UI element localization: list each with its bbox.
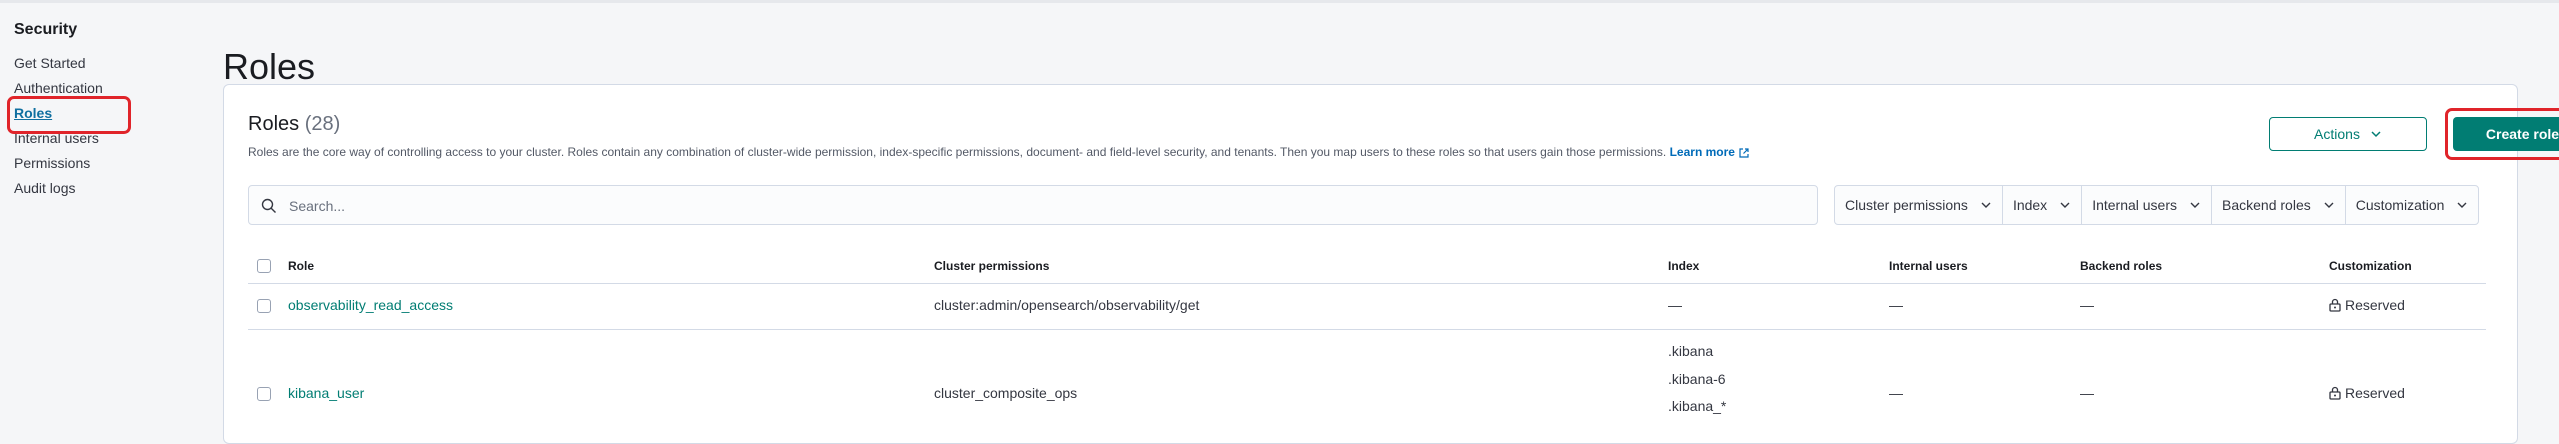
- description-text: Roles are the core way of controlling ac…: [248, 145, 1667, 159]
- filter-label: Customization: [2355, 197, 2445, 213]
- security-sidebar: Security Get Started Authentication Role…: [0, 0, 215, 430]
- cluster-permissions-cell: cluster_composite_ops: [934, 385, 1078, 401]
- actions-label: Actions: [2314, 126, 2360, 142]
- learn-more-label: Learn more: [1669, 145, 1735, 159]
- filter-label: Cluster permissions: [1845, 197, 1968, 213]
- actions-button[interactable]: Actions: [2269, 117, 2427, 151]
- filter-label: Index: [2012, 197, 2048, 213]
- sidebar-item-audit-logs[interactable]: Audit logs: [14, 180, 75, 196]
- create-role-highlight-box: [2445, 108, 2559, 160]
- select-all-checkbox[interactable]: [257, 259, 271, 273]
- index-cell: .kibana-6: [1668, 371, 1726, 387]
- search-icon: [261, 198, 276, 213]
- roles-count: (28): [304, 113, 341, 135]
- filter-label: Backend roles: [2222, 197, 2311, 213]
- lock-icon: [2329, 298, 2341, 312]
- filter-label: Internal users: [2092, 197, 2178, 213]
- customization-cell: Reserved: [2329, 297, 2405, 313]
- row-checkbox[interactable]: [257, 387, 271, 401]
- chevron-down-icon: [1981, 202, 1991, 208]
- search-input[interactable]: [287, 194, 1791, 218]
- filter-customization[interactable]: Customization: [2346, 186, 2479, 224]
- column-header-index[interactable]: Index: [1668, 259, 1699, 273]
- customization-label: Reserved: [2345, 297, 2405, 313]
- filter-backend-roles[interactable]: Backend roles: [2212, 186, 2346, 224]
- chevron-down-icon: [2190, 202, 2200, 208]
- column-header-role[interactable]: Role: [288, 259, 314, 273]
- sidebar-title: Security: [14, 21, 78, 38]
- chevron-down-icon: [2371, 131, 2381, 138]
- customization-label: Reserved: [2345, 385, 2405, 401]
- role-name-link[interactable]: kibana_user: [288, 385, 364, 401]
- index-cell: .kibana: [1668, 343, 1714, 359]
- column-header-customization[interactable]: Customization: [2329, 259, 2412, 273]
- index-cell: —: [1668, 297, 1682, 313]
- top-border: [0, 0, 2559, 3]
- filter-group: Cluster permissions Index Internal users…: [1834, 185, 2480, 225]
- chevron-down-icon: [2060, 202, 2070, 208]
- page-title: Roles: [223, 46, 316, 88]
- lock-icon: [2329, 386, 2341, 400]
- sidebar-item-authentication[interactable]: Authentication: [14, 80, 103, 96]
- chevron-down-icon: [2457, 202, 2467, 208]
- column-header-cluster-permissions[interactable]: Cluster permissions: [934, 259, 1049, 273]
- filter-cluster-permissions[interactable]: Cluster permissions: [1835, 186, 2003, 224]
- column-header-backend-roles[interactable]: Backend roles: [2080, 259, 2162, 273]
- filter-internal-users[interactable]: Internal users: [2082, 186, 2213, 224]
- backend-roles-cell: —: [2080, 385, 2094, 401]
- panel-title: Roles (28): [248, 113, 340, 136]
- role-name-link[interactable]: observability_read_access: [288, 297, 453, 313]
- learn-more-link[interactable]: Learn more: [1670, 145, 1749, 159]
- backend-roles-cell: —: [2080, 297, 2094, 313]
- internal-users-cell: —: [1889, 385, 1903, 401]
- index-cell: .kibana_*: [1668, 398, 1727, 414]
- panel-title-text: Roles: [248, 113, 300, 135]
- column-header-internal-users[interactable]: Internal users: [1889, 259, 1968, 273]
- filter-index[interactable]: Index: [2003, 186, 2083, 224]
- roles-highlight-box: [7, 96, 131, 134]
- external-link-icon: [1739, 148, 1749, 158]
- panel-description: Roles are the core way of controlling ac…: [248, 145, 1749, 159]
- row-checkbox[interactable]: [257, 299, 271, 313]
- search-bar: [248, 185, 1818, 225]
- internal-users-cell: —: [1889, 297, 1903, 313]
- roles-panel: Roles (28) Roles are the core way of con…: [223, 84, 2559, 444]
- sidebar-item-get-started[interactable]: Get Started: [14, 55, 86, 71]
- customization-cell: Reserved: [2329, 385, 2405, 401]
- header-divider: [248, 283, 2486, 284]
- chevron-down-icon: [2324, 202, 2334, 208]
- sidebar-item-permissions[interactable]: Permissions: [14, 155, 90, 171]
- cluster-permissions-cell: cluster:admin/opensearch/observability/g…: [934, 297, 1200, 313]
- row-divider: [248, 329, 2486, 330]
